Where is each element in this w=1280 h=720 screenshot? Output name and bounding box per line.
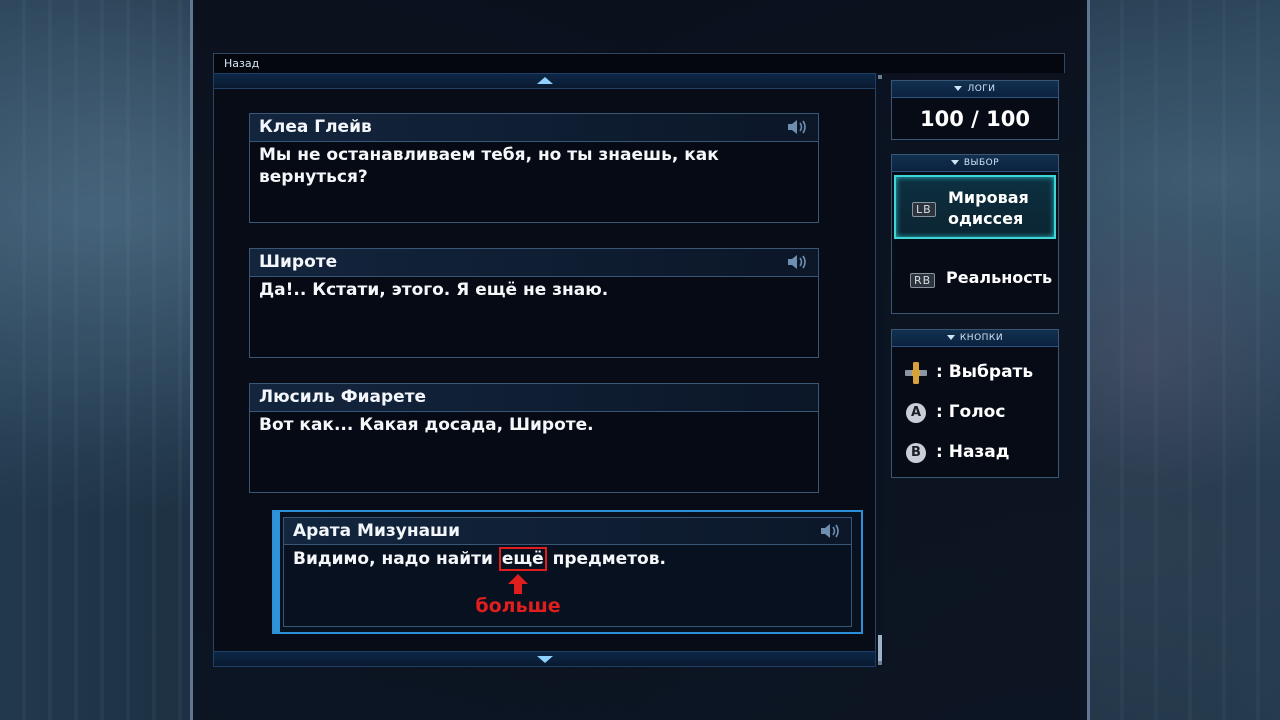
controls-panel: КНОПКИ : Выбрать A : Голос B : Назад xyxy=(891,329,1059,478)
dialogue-text: Мы не останавливаем тебя, но ты знаешь, … xyxy=(259,145,719,187)
control-label: : Назад xyxy=(936,442,1010,462)
correction-label: больше xyxy=(475,595,561,617)
scrollbar-thumb[interactable] xyxy=(878,635,882,663)
choice-label: Реальность xyxy=(946,268,1053,287)
speaker-name: Люсиль Фиарете xyxy=(259,387,427,407)
background-art-left xyxy=(0,0,195,720)
voice-speaker-icon[interactable] xyxy=(786,118,810,136)
a-button-icon: A xyxy=(906,403,926,423)
arrow-up-icon xyxy=(508,574,528,584)
b-button-icon: B xyxy=(906,443,926,463)
background-art-right xyxy=(1090,0,1280,720)
speaker-name: Клеа Глейв xyxy=(259,117,372,137)
scroll-up-bar[interactable] xyxy=(213,73,876,89)
choice-reality[interactable]: RB Реальность xyxy=(894,247,1056,311)
speaker-name: Широте xyxy=(259,252,338,272)
choice-label: Мировая одиссея xyxy=(948,188,1029,228)
dialogue-text: Да!.. Кстати, этого. Я ещё не знаю. xyxy=(259,280,609,300)
triangle-down-icon xyxy=(946,335,955,340)
controls-header: КНОПКИ xyxy=(892,330,1058,347)
log-header-bar: Назад xyxy=(213,53,1065,73)
speaker-row: Арата Мизунаши xyxy=(284,518,851,545)
log-entry[interactable]: Люсиль Фиарете Вот как... Какая досада, … xyxy=(249,383,819,493)
choice-panel: ВЫБОР LB Мировая одиссея RB Реальность xyxy=(891,154,1059,314)
highlighted-word: ещё xyxy=(498,547,547,571)
dialogue-text: Вот как... Какая досада, Широте. xyxy=(259,415,594,435)
scrollbar[interactable] xyxy=(876,73,884,667)
logs-count: 100 / 100 xyxy=(920,107,1030,131)
logs-panel: ЛОГИ 100 / 100 xyxy=(891,80,1059,140)
lb-button-icon: LB xyxy=(912,202,936,217)
voice-speaker-icon[interactable] xyxy=(819,522,843,540)
speaker-row: Люсиль Фиарете xyxy=(250,384,818,412)
selection-stripe xyxy=(274,512,280,632)
speaker-row: Широте xyxy=(250,249,818,277)
log-entry-frame: Арата Мизунаши Видимо, надо найти ещё пр… xyxy=(283,517,852,627)
logs-header: ЛОГИ xyxy=(892,81,1058,98)
dialogue-text-start: Видимо, надо найти xyxy=(293,549,499,569)
scroll-down-bar[interactable] xyxy=(213,651,876,667)
scroll-up-icon[interactable] xyxy=(537,77,553,84)
voice-speaker-icon[interactable] xyxy=(786,253,810,271)
dialogue-text-end: предметов. xyxy=(546,549,666,569)
dialogue-text: Видимо, надо найти ещё предметов. xyxy=(293,547,839,571)
control-label: : Выбрать xyxy=(936,362,1034,382)
correction-annotation: больше xyxy=(473,574,563,617)
triangle-down-icon xyxy=(950,160,959,165)
speaker-name: Арата Мизунаши xyxy=(293,521,461,541)
scrollbar-cap-bottom xyxy=(878,661,882,665)
rb-button-icon: RB xyxy=(910,273,936,288)
speaker-row: Клеа Глейв xyxy=(250,114,818,142)
choice-world-odyssey[interactable]: LB Мировая одиссея xyxy=(894,175,1056,239)
log-entry-selected[interactable]: Арата Мизунаши Видимо, надо найти ещё пр… xyxy=(272,510,863,634)
arrow-shaft xyxy=(514,584,522,594)
dpad-icon xyxy=(905,362,927,384)
scroll-down-icon[interactable] xyxy=(537,656,553,663)
log-entry[interactable]: Клеа Глейв Мы не останавливаем тебя, но … xyxy=(249,113,819,223)
log-entry[interactable]: Широте Да!.. Кстати, этого. Я ещё не зна… xyxy=(249,248,819,358)
scrollbar-cap-top xyxy=(878,75,882,79)
triangle-down-icon xyxy=(954,86,963,91)
choice-header: ВЫБОР xyxy=(892,155,1058,172)
control-label: : Голос xyxy=(936,402,1006,422)
back-label[interactable]: Назад xyxy=(224,57,259,70)
